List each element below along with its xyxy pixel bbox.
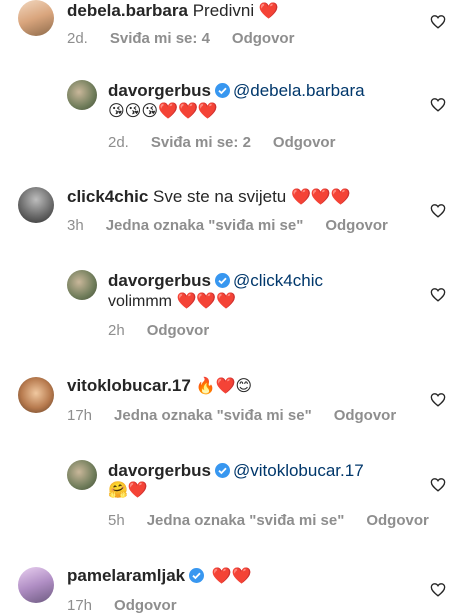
avatar[interactable] bbox=[18, 187, 54, 223]
comment-emoji: ❤️ bbox=[258, 3, 279, 20]
heart-outline-icon[interactable] bbox=[430, 97, 446, 112]
heart-outline-icon[interactable] bbox=[430, 392, 446, 407]
comment-emoji: 🔥❤️😊 bbox=[195, 378, 253, 395]
reply-button[interactable]: Odgovor bbox=[334, 406, 397, 426]
heart-outline-icon[interactable] bbox=[430, 14, 446, 29]
likes-count-button[interactable]: Jedna oznaka "sviđa mi se" bbox=[114, 406, 312, 426]
reply-button[interactable]: Odgovor bbox=[366, 511, 429, 531]
avatar[interactable] bbox=[67, 80, 97, 110]
comment-emoji: ❤️❤️❤️ bbox=[291, 189, 351, 206]
comment-time: 2h bbox=[108, 322, 125, 339]
comment-text: Predivni bbox=[192, 1, 255, 20]
comment-time: 5h bbox=[108, 512, 125, 529]
likes-count-button[interactable]: Sviđa mi se: 2 bbox=[151, 133, 251, 153]
verified-badge-icon bbox=[214, 273, 230, 288]
likes-count-button[interactable]: Sviđa mi se: 4 bbox=[110, 29, 210, 49]
verified-badge-icon bbox=[214, 463, 230, 478]
comment-time: 17h bbox=[67, 407, 93, 424]
comment-username[interactable]: vitoklobucar.17 bbox=[67, 376, 191, 395]
verified-badge-icon bbox=[214, 83, 230, 98]
mention-link[interactable]: @click4chic bbox=[233, 271, 323, 290]
mention-link[interactable]: @debela.barbara bbox=[233, 81, 365, 100]
reply-button[interactable]: Odgovor bbox=[147, 321, 210, 341]
reply-button[interactable]: Odgovor bbox=[273, 133, 336, 153]
comment-text: 🤗❤️ bbox=[108, 482, 148, 499]
avatar[interactable] bbox=[18, 377, 54, 413]
comment-username[interactable]: davorgerbus bbox=[108, 81, 211, 100]
comment-time: 2d. bbox=[108, 134, 129, 151]
comment-time: 3h bbox=[67, 217, 84, 234]
comment-time: 2d. bbox=[67, 30, 88, 47]
comment-time: 17h bbox=[67, 597, 93, 614]
comment-username[interactable]: davorgerbus bbox=[108, 461, 211, 480]
avatar[interactable] bbox=[67, 270, 97, 300]
comment-text: 😘😘😘❤️❤️❤️ bbox=[108, 103, 218, 120]
comment-text: volimmm ❤️❤️❤️ bbox=[108, 293, 237, 310]
comment-username[interactable]: davorgerbus bbox=[108, 271, 211, 290]
likes-count-button[interactable]: Jedna oznaka "sviđa mi se" bbox=[147, 511, 345, 531]
heart-outline-icon[interactable] bbox=[430, 582, 446, 597]
mention-link[interactable]: @vitoklobucar.17 bbox=[233, 461, 364, 480]
likes-count-button[interactable]: Jedna oznaka "sviđa mi se" bbox=[106, 216, 304, 236]
avatar[interactable] bbox=[18, 567, 54, 603]
avatar[interactable] bbox=[67, 460, 97, 490]
heart-outline-icon[interactable] bbox=[430, 203, 446, 218]
verified-badge-icon bbox=[189, 568, 205, 583]
heart-outline-icon[interactable] bbox=[430, 287, 446, 302]
comment-username[interactable]: click4chic bbox=[67, 187, 148, 206]
reply-button[interactable]: Odgovor bbox=[232, 29, 295, 49]
comment-text: Sve ste na svijetu bbox=[153, 187, 287, 206]
heart-outline-icon[interactable] bbox=[430, 477, 446, 492]
reply-button[interactable]: Odgovor bbox=[114, 596, 177, 616]
comment-emoji: ❤️❤️ bbox=[211, 568, 252, 585]
comment-username[interactable]: debela.barbara bbox=[67, 1, 188, 20]
avatar[interactable] bbox=[18, 0, 54, 36]
reply-button[interactable]: Odgovor bbox=[325, 216, 388, 236]
comment-username[interactable]: pamelaramljak bbox=[67, 566, 185, 585]
